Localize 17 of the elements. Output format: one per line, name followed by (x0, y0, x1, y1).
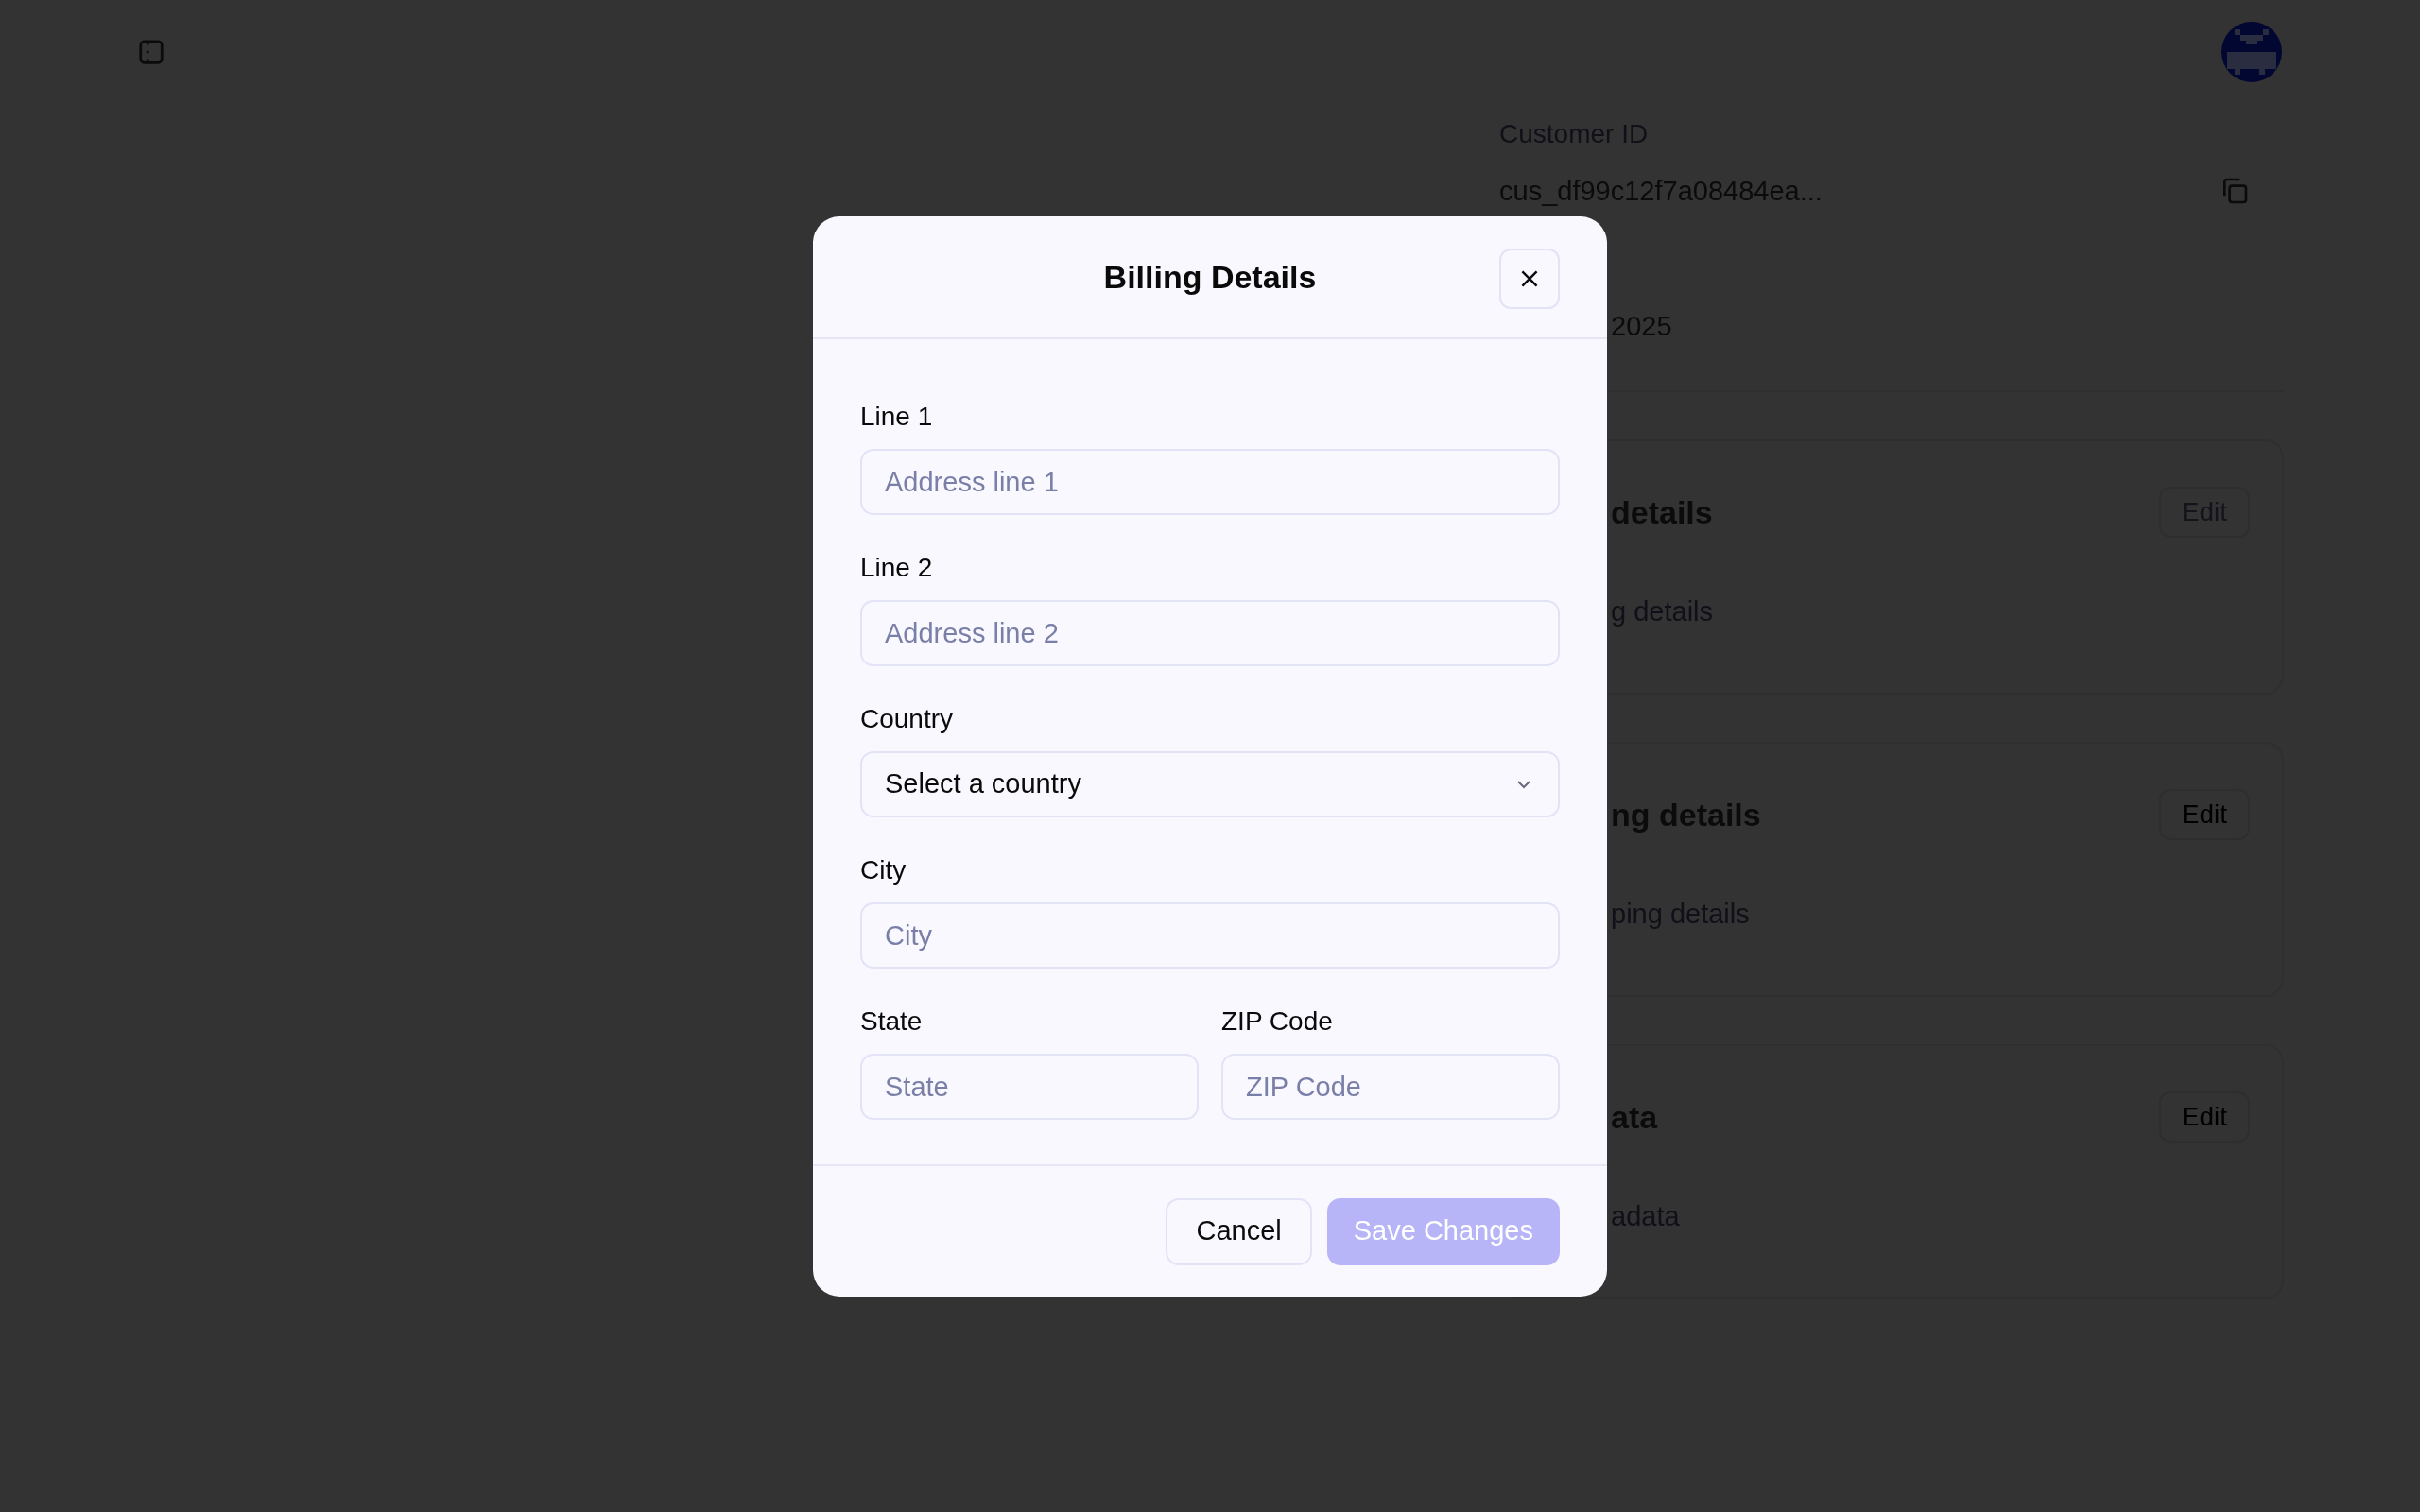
dialog-title: Billing Details (1103, 257, 1317, 297)
field-label: City (860, 854, 908, 886)
sidebar-toggle-icon[interactable] (137, 38, 165, 66)
field-label: State (860, 1005, 924, 1038)
cancel-button[interactable]: Cancel (1166, 1197, 1312, 1265)
input-field[interactable]: Address line 2 (860, 600, 1560, 666)
field-label: Country (860, 703, 955, 735)
input-field[interactable]: Address line 1 (860, 449, 1560, 515)
input-field[interactable]: City (860, 902, 1560, 969)
field-label: Line 1 (860, 401, 934, 433)
country-select[interactable]: Select a country (860, 751, 1560, 817)
field-label: ZIP Code (1221, 1005, 1334, 1038)
input-field[interactable]: State (860, 1054, 1199, 1120)
field-label: Line 2 (860, 552, 934, 584)
avatar-icon[interactable] (2221, 22, 2282, 82)
close-button[interactable] (1499, 249, 1560, 309)
input-field[interactable]: ZIP Code (1221, 1054, 1560, 1120)
